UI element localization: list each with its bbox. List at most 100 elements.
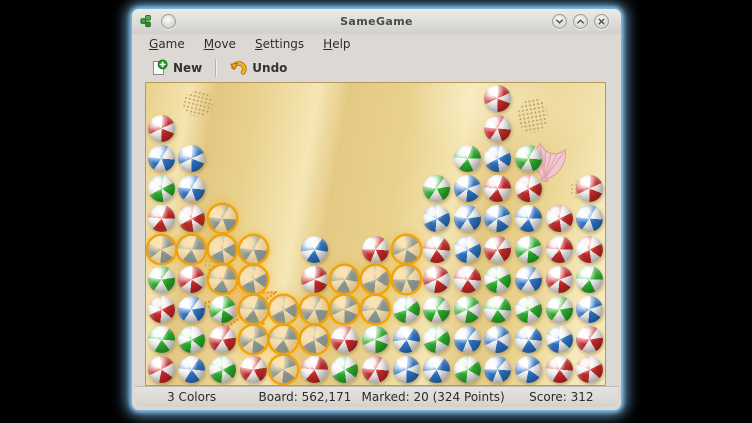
ball-marked[interactable] [209, 266, 236, 293]
ball-green[interactable] [331, 356, 358, 383]
ball-red[interactable] [148, 115, 175, 142]
menu-item-move[interactable]: Move [199, 36, 241, 52]
ball-green[interactable] [484, 296, 511, 323]
ball-green[interactable] [454, 356, 481, 383]
ball-red[interactable] [240, 356, 267, 383]
ball-red[interactable] [362, 236, 389, 263]
ball-red[interactable] [576, 175, 603, 202]
ball-red[interactable] [484, 175, 511, 202]
ball-marked[interactable] [240, 236, 267, 263]
maximize-button[interactable] [573, 14, 588, 29]
ball-blue[interactable] [178, 175, 205, 202]
ball-red[interactable] [484, 115, 511, 142]
ball-blue[interactable] [454, 326, 481, 353]
ball-red[interactable] [178, 266, 205, 293]
ball-red[interactable] [546, 266, 573, 293]
ball-marked[interactable] [270, 356, 297, 383]
ball-blue[interactable] [484, 326, 511, 353]
ball-blue[interactable] [484, 205, 511, 232]
ball-green[interactable] [209, 356, 236, 383]
ball-marked[interactable] [240, 326, 267, 353]
ball-red[interactable] [148, 296, 175, 323]
close-button[interactable] [594, 14, 609, 29]
new-button[interactable]: New [144, 57, 208, 79]
ball-blue[interactable] [423, 356, 450, 383]
ball-marked[interactable] [148, 236, 175, 263]
ball-blue[interactable] [484, 145, 511, 172]
ball-green[interactable] [515, 296, 542, 323]
ball-blue[interactable] [423, 205, 450, 232]
ball-green[interactable] [423, 296, 450, 323]
ball-marked[interactable] [362, 296, 389, 323]
ball-marked[interactable] [393, 266, 420, 293]
ball-green[interactable] [515, 145, 542, 172]
ball-green[interactable] [423, 175, 450, 202]
ball-red[interactable] [423, 236, 450, 263]
ball-red[interactable] [178, 205, 205, 232]
ball-red[interactable] [515, 175, 542, 202]
ball-marked[interactable] [362, 266, 389, 293]
ball-blue[interactable] [515, 205, 542, 232]
ball-marked[interactable] [270, 326, 297, 353]
ball-blue[interactable] [515, 356, 542, 383]
ball-blue[interactable] [178, 356, 205, 383]
ball-marked[interactable] [209, 205, 236, 232]
ball-green[interactable] [148, 326, 175, 353]
ball-marked[interactable] [270, 296, 297, 323]
ball-green[interactable] [148, 175, 175, 202]
ball-red[interactable] [484, 85, 511, 112]
ball-green[interactable] [576, 266, 603, 293]
ball-red[interactable] [362, 356, 389, 383]
titlebar[interactable]: SameGame [132, 9, 621, 34]
ball-red[interactable] [148, 205, 175, 232]
minimize-button[interactable] [552, 14, 567, 29]
ball-red[interactable] [546, 356, 573, 383]
ball-red[interactable] [301, 266, 328, 293]
ball-red[interactable] [576, 356, 603, 383]
ball-marked[interactable] [301, 326, 328, 353]
ball-marked[interactable] [240, 266, 267, 293]
ball-green[interactable] [515, 236, 542, 263]
ball-green[interactable] [546, 296, 573, 323]
ball-red[interactable] [576, 236, 603, 263]
ball-marked[interactable] [178, 236, 205, 263]
ball-red[interactable] [454, 266, 481, 293]
ball-green[interactable] [454, 145, 481, 172]
ball-green[interactable] [454, 296, 481, 323]
ball-red[interactable] [484, 236, 511, 263]
ball-green[interactable] [484, 266, 511, 293]
menu-item-help[interactable]: Help [318, 36, 355, 52]
menu-item-settings[interactable]: Settings [250, 36, 309, 52]
ball-green[interactable] [393, 296, 420, 323]
ball-red[interactable] [148, 356, 175, 383]
ball-blue[interactable] [178, 296, 205, 323]
ball-green[interactable] [148, 266, 175, 293]
ball-green[interactable] [362, 326, 389, 353]
ball-red[interactable] [209, 326, 236, 353]
ball-blue[interactable] [576, 205, 603, 232]
ball-red[interactable] [546, 236, 573, 263]
ball-green[interactable] [423, 326, 450, 353]
ball-red[interactable] [546, 205, 573, 232]
ball-marked[interactable] [393, 236, 420, 263]
ball-red[interactable] [301, 356, 328, 383]
ball-marked[interactable] [209, 236, 236, 263]
menu-item-game[interactable]: Game [144, 36, 190, 52]
ball-blue[interactable] [484, 356, 511, 383]
ball-marked[interactable] [331, 296, 358, 323]
ball-blue[interactable] [515, 326, 542, 353]
ball-blue[interactable] [148, 145, 175, 172]
ball-marked[interactable] [301, 296, 328, 323]
ball-blue[interactable] [178, 145, 205, 172]
ball-marked[interactable] [331, 266, 358, 293]
ball-green[interactable] [209, 296, 236, 323]
ball-red[interactable] [331, 326, 358, 353]
ball-marked[interactable] [240, 296, 267, 323]
ball-blue[interactable] [515, 266, 542, 293]
ball-blue[interactable] [576, 296, 603, 323]
ball-blue[interactable] [393, 326, 420, 353]
ball-blue[interactable] [393, 356, 420, 383]
ball-red[interactable] [423, 266, 450, 293]
ball-blue[interactable] [546, 326, 573, 353]
ball-red[interactable] [576, 326, 603, 353]
